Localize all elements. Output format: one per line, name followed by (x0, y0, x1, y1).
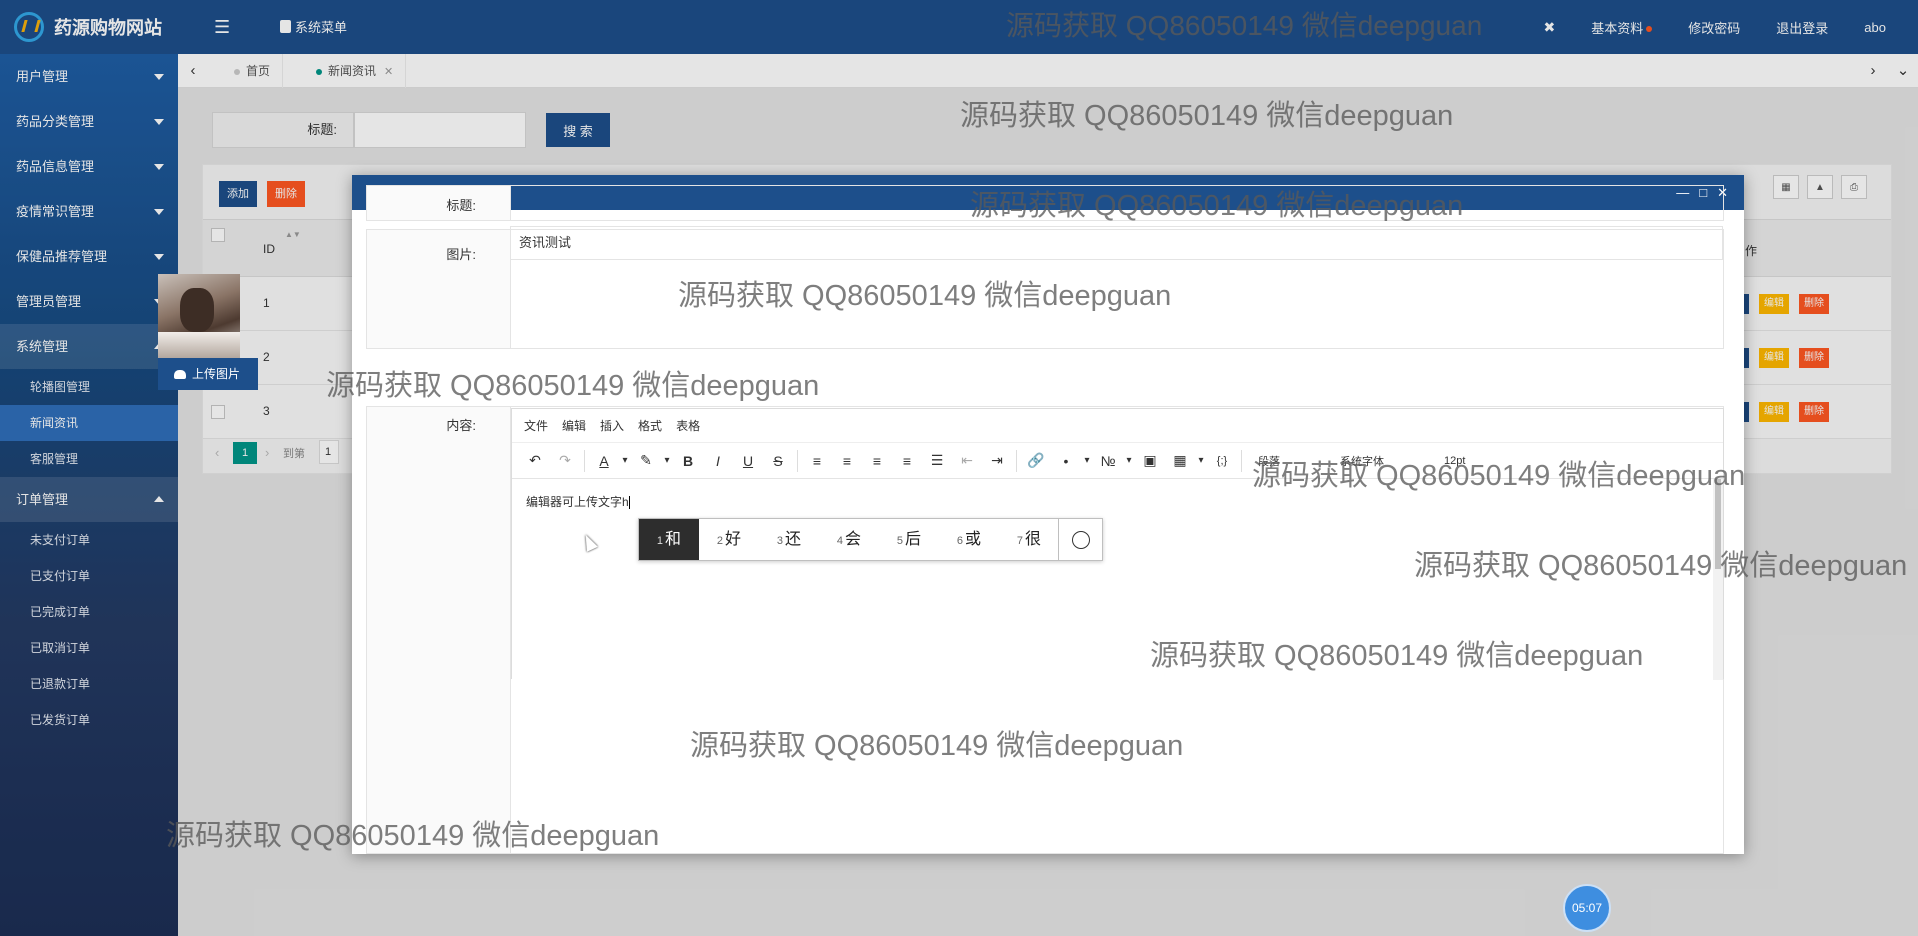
underline-icon[interactable]: U (733, 453, 763, 469)
title-row (366, 185, 1724, 221)
image-label: 图片: (446, 247, 476, 262)
font-size-select[interactable]: 12pt (1444, 455, 1465, 467)
outdent-icon[interactable]: ⇤ (952, 452, 982, 469)
code-icon[interactable]: {;} (1207, 455, 1237, 467)
ime-candidate[interactable]: 2好 (699, 519, 759, 560)
ime-candidate-char: 或 (965, 531, 982, 548)
chevron-down-icon[interactable]: ▾ (1123, 455, 1135, 466)
indent-icon[interactable]: ⇥ (982, 452, 1012, 469)
content-label: 内容: (446, 418, 476, 433)
ime-candidate-window: 1和 2好 3还 4会 5后 6或 7很 (638, 518, 1103, 561)
ime-candidate-char: 后 (905, 531, 922, 548)
ime-candidate-char: 还 (785, 531, 802, 548)
ime-candidate-number: 6 (956, 535, 964, 547)
align-left-icon[interactable]: ≡ (832, 453, 862, 469)
text-cursor (628, 496, 630, 510)
editor-menu-table[interactable]: 表格 (676, 417, 700, 434)
ime-candidate-number: 5 (896, 535, 904, 547)
upload-image-button[interactable]: 上传图片 (158, 358, 258, 390)
ime-candidate[interactable]: 4会 (819, 519, 879, 560)
image-icon[interactable]: ▣ (1135, 452, 1165, 469)
align-right-icon[interactable]: ≡ (892, 453, 922, 469)
editor-menu-file[interactable]: 文件 (524, 417, 548, 434)
editor-menu-insert[interactable]: 插入 (600, 417, 624, 434)
editor-menu-edit[interactable]: 编辑 (562, 417, 586, 434)
ime-candidate-number: 4 (836, 535, 844, 547)
upload-label: 上传图片 (192, 367, 241, 381)
numbered-list-icon[interactable]: № (1093, 453, 1123, 469)
uploaded-image-thumbnail (158, 274, 240, 358)
align-center-icon[interactable]: ≡ (862, 453, 892, 469)
align-justify-icon[interactable]: ☰ (922, 452, 952, 469)
line-height-icon[interactable]: ≡ (802, 453, 832, 469)
ime-candidate[interactable]: 5后 (879, 519, 939, 560)
paragraph-select[interactable]: 段落 (1258, 453, 1280, 469)
chevron-down-icon[interactable]: ▾ (661, 455, 673, 466)
editor-scrollbar[interactable] (1713, 479, 1723, 680)
ime-candidate[interactable]: 7很 (999, 519, 1059, 560)
ime-candidate-number: 1 (656, 535, 664, 547)
recording-timer: 05:07 (1563, 884, 1611, 932)
emoji-button[interactable] (1058, 519, 1102, 560)
text-color-icon[interactable]: A (589, 453, 619, 469)
link-icon[interactable]: 🔗 (1021, 452, 1051, 469)
bold-icon[interactable]: B (673, 453, 703, 469)
title-label: 标题: (446, 198, 476, 213)
font-family-select[interactable]: 系统字体 (1340, 453, 1384, 469)
ime-candidate-number: 7 (1016, 535, 1024, 547)
chevron-down-icon[interactable]: ▾ (1081, 455, 1093, 466)
ime-candidate[interactable]: 6或 (939, 519, 999, 560)
editor-menubar: 文件 编辑 插入 格式 表格 (512, 409, 1723, 443)
ime-candidate-number: 2 (716, 535, 724, 547)
smiley-icon (1071, 530, 1090, 549)
ime-candidate-number: 3 (776, 535, 784, 547)
label-bg (367, 407, 511, 853)
ime-candidate-char: 很 (1025, 531, 1042, 548)
highlight-color-icon[interactable]: ✎ (631, 452, 661, 469)
ime-candidate[interactable]: 3还 (759, 519, 819, 560)
chevron-down-icon[interactable]: ▾ (1195, 455, 1207, 466)
editor-toolbar: ↶ ↷ A ▾ ✎ ▾ B I U S ≡ ≡ ≡ ≡ ☰ ⇤ ⇥ 🔗 • ▾ … (512, 443, 1723, 479)
table-icon[interactable]: ▦ (1165, 452, 1195, 469)
ime-candidate-char: 和 (665, 531, 682, 548)
redo-icon[interactable]: ↷ (550, 452, 580, 469)
ime-candidate-char: 会 (845, 531, 862, 548)
chevron-down-icon[interactable]: ▾ (619, 455, 631, 466)
cloud-upload-icon (174, 370, 186, 380)
editor-menu-format[interactable]: 格式 (638, 417, 662, 434)
editor-content-area[interactable]: 编辑器可上传文字h (512, 479, 1712, 680)
undo-icon[interactable]: ↶ (520, 452, 550, 469)
bullet-list-icon[interactable]: • (1051, 453, 1081, 469)
strikethrough-icon[interactable]: S (763, 453, 793, 469)
italic-icon[interactable]: I (703, 453, 733, 469)
editor-text: 编辑器可上传文字h (526, 495, 629, 509)
ime-candidate-char: 好 (725, 531, 742, 548)
image-row (366, 229, 1724, 349)
ime-candidate[interactable]: 1和 (639, 519, 699, 560)
